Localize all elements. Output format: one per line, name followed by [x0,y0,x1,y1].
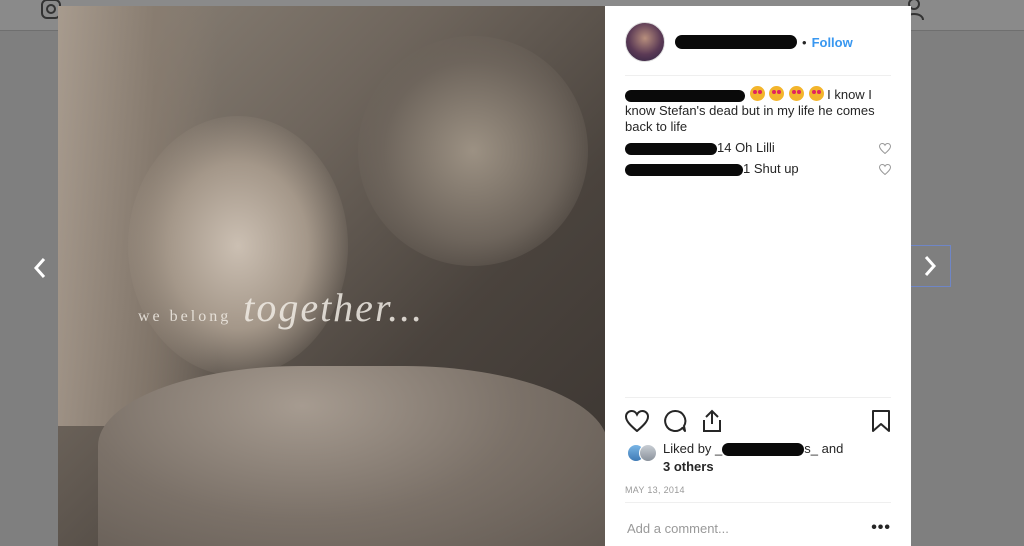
comment-item: 14 Oh Lilli [625,140,892,158]
like-comment-heart-icon[interactable] [878,163,892,179]
liked-by-suffix: s_ and [804,441,844,456]
caption-big: together... [243,285,425,330]
comment-item: 1 Shut up [625,161,892,179]
comment-divider [625,502,891,503]
post-actions [625,406,891,436]
comment-text: 14 Oh Lilli [717,140,775,155]
author-avatar[interactable] [625,22,665,62]
chevron-right-icon [924,256,937,276]
others-link[interactable]: 3 others [663,459,714,474]
heart-eyes-emoji-icon [808,86,824,101]
likes-text: Liked by _ s_ and 3 others [663,440,843,476]
caption-small: we belong [138,308,232,325]
comment-bubble-icon [664,409,687,432]
comment-username-redacted[interactable] [625,89,745,102]
heart-eyes-emoji-icon [769,86,785,101]
next-post-button[interactable] [909,245,951,287]
bookmark-icon [872,410,890,432]
comment-username-redacted[interactable] [625,142,717,155]
heart-eyes-emoji-icon [749,86,765,101]
comments-list: I know I know Stefan's dead but in my li… [625,86,892,182]
liked-by-prefix: Liked by _ [663,441,723,456]
previous-post-button[interactable] [20,248,60,288]
heart-icon [625,410,649,432]
save-button[interactable] [871,409,891,433]
likes-summary: Liked by _ s_ and 3 others [627,440,887,476]
like-comment-heart-icon[interactable] [878,142,892,158]
heart-eyes-emoji-icon [788,86,804,101]
header-separator: • [802,34,807,50]
post-modal: we belong together... • Follow I know I k… [58,6,911,546]
image-sweater [98,366,605,546]
image-face-left [128,116,348,376]
post-image[interactable]: we belong together... [58,6,605,546]
follow-button[interactable]: Follow [812,35,853,50]
post-header: • Follow [625,20,891,64]
post-sidebar: • Follow I know I know Stefan's dead but… [605,6,911,546]
add-comment-bar: ••• [625,516,891,540]
image-face-right [358,36,588,266]
post-date[interactable]: MAY 13, 2014 [625,485,685,495]
add-comment-input[interactable] [625,519,872,537]
chevron-left-icon [33,258,46,278]
liker-avatars[interactable] [627,440,663,464]
comment-item: I know I know Stefan's dead but in my li… [625,86,891,135]
comment-button[interactable] [663,409,687,433]
comment-text: 1 Shut up [743,161,799,176]
avatar [639,444,657,462]
liker-username-redacted[interactable] [722,443,805,457]
like-button[interactable] [625,410,649,432]
actions-divider [625,397,891,398]
comment-username-redacted[interactable] [625,163,743,176]
share-button[interactable] [701,409,723,433]
header-divider [625,75,891,76]
share-icon [703,409,721,432]
image-caption: we belong together... [138,284,424,331]
author-username-redacted[interactable] [675,35,797,49]
more-options-button[interactable]: ••• [871,519,891,537]
emoji-group [749,86,828,102]
